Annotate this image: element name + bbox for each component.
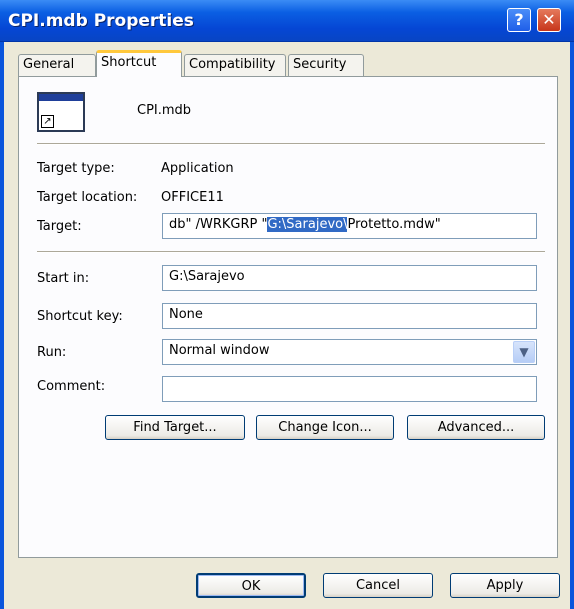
file-name: CPI.mdb xyxy=(137,103,192,118)
start-in-value: G:\Sarajevo xyxy=(169,269,245,284)
target-location-label: Target location: xyxy=(37,190,138,205)
start-in-label: Start in: xyxy=(37,271,90,286)
close-x-icon: ✕ xyxy=(542,10,556,29)
tab-compatibility[interactable]: Compatibility xyxy=(184,54,286,76)
shortcut-panel: ↗ CPI.mdb Target type: Application Targe… xyxy=(18,76,558,558)
tab-shortcut[interactable]: Shortcut xyxy=(96,50,182,77)
title-bar[interactable]: CPI.mdb Properties ? ✕ xyxy=(0,0,574,42)
target-location-value: OFFICE11 xyxy=(161,190,224,205)
run-value: Normal window xyxy=(169,343,270,358)
help-button[interactable]: ? xyxy=(507,8,531,32)
cancel-button[interactable]: Cancel xyxy=(323,573,433,598)
shortcut-key-label: Shortcut key: xyxy=(37,309,123,324)
comment-label: Comment: xyxy=(37,379,106,394)
close-button[interactable]: ✕ xyxy=(537,8,561,32)
window-title: CPI.mdb Properties xyxy=(8,11,194,31)
comment-input[interactable] xyxy=(162,376,537,402)
start-in-input[interactable]: G:\Sarajevo xyxy=(162,265,537,291)
dialog-client-area: General Shortcut Compatibility Security … xyxy=(4,42,570,609)
change-icon-button[interactable]: Change Icon... xyxy=(256,415,394,440)
tab-security[interactable]: Security xyxy=(288,54,364,76)
properties-window: CPI.mdb Properties ? ✕ General Shortcut … xyxy=(0,0,574,609)
ok-button[interactable]: OK xyxy=(196,573,306,598)
run-label: Run: xyxy=(37,345,67,360)
divider xyxy=(37,143,545,145)
apply-button[interactable]: Apply xyxy=(450,573,560,598)
target-input[interactable]: db" /WRKGRP "G:\Sarajevo\Protetto.mdw" xyxy=(162,213,537,239)
run-select[interactable]: Normal window ▼ xyxy=(162,339,537,365)
target-text-selected: G:\Sarajevo\ xyxy=(267,217,348,232)
shortcut-key-value: None xyxy=(169,307,203,322)
target-text-after: Protetto.mdw" xyxy=(347,217,441,232)
target-type-value: Application xyxy=(161,161,234,176)
shortcut-file-icon: ↗ xyxy=(37,92,85,132)
target-text-before: db" /WRKGRP " xyxy=(169,217,268,232)
shortcut-arrow-icon: ↗ xyxy=(41,115,54,128)
find-target-button[interactable]: Find Target... xyxy=(105,415,245,440)
shortcut-key-input[interactable]: None xyxy=(162,303,537,329)
target-type-label: Target type: xyxy=(37,161,115,176)
help-question-icon: ? xyxy=(514,10,524,29)
tab-general[interactable]: General xyxy=(18,54,96,76)
chevron-down-icon[interactable]: ▼ xyxy=(513,341,535,363)
target-label: Target: xyxy=(37,219,82,234)
divider xyxy=(37,251,545,253)
advanced-button[interactable]: Advanced... xyxy=(407,415,545,440)
